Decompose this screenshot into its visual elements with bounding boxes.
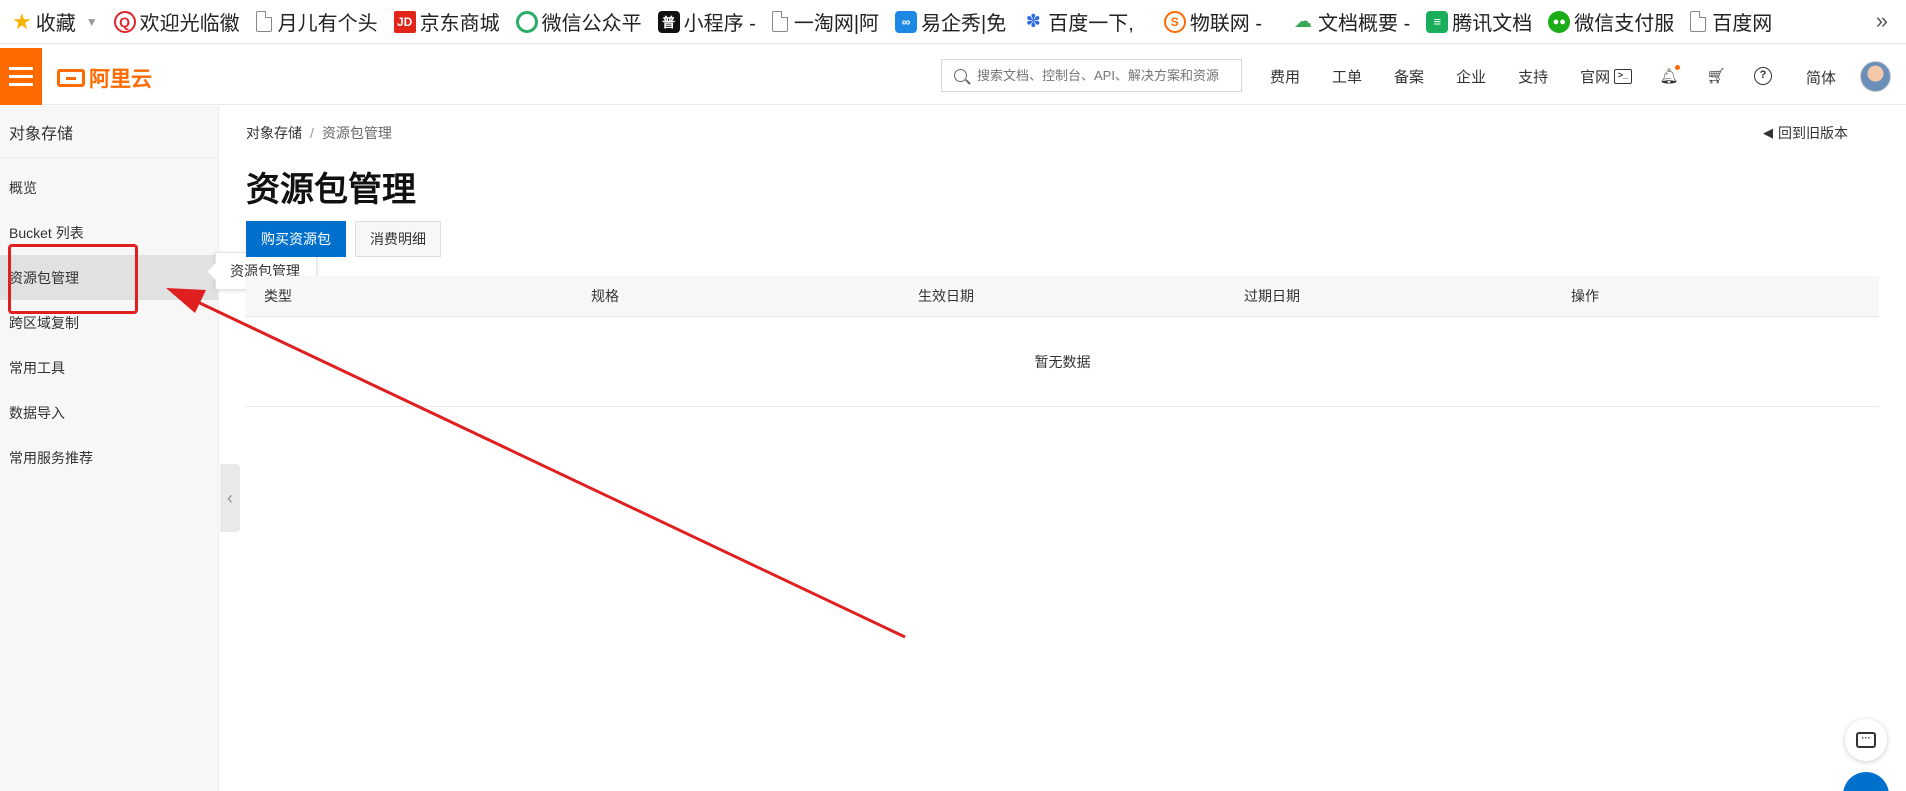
sidebar-title: 对象存储 — [0, 106, 218, 158]
column-header: 操作 — [1571, 288, 1599, 304]
breadcrumb-root[interactable]: 对象存储 — [246, 125, 302, 141]
bookmarks-bar: ★ 收藏 ▼ Q 欢迎光临徽 月儿有个头 JD 京东商城 微信公众平 普 小程序… — [0, 0, 1906, 44]
sidebar-item-common-tools[interactable]: 常用工具 — [0, 345, 218, 390]
breadcrumb-separator: / — [310, 125, 314, 141]
sidebar-item-recommended-services[interactable]: 常用服务推荐 — [0, 435, 218, 480]
sheet-icon: ≡ — [1426, 10, 1449, 33]
bookmark-4[interactable]: 微信公众平 — [508, 0, 650, 43]
miniprogram-icon: 普 — [657, 10, 680, 33]
page-icon — [255, 11, 272, 32]
reply-arrow-icon: ◀ — [1763, 125, 1773, 140]
consumption-details-button[interactable]: 消费明细 — [355, 221, 441, 257]
highlight-box — [8, 244, 138, 314]
wechat-pay-icon: ●● — [1548, 10, 1571, 33]
page-icon — [1690, 11, 1707, 32]
breadcrumb-current: 资源包管理 — [321, 125, 392, 141]
assistant-button[interactable] — [1843, 772, 1889, 791]
chevron-left-icon: ‹ — [227, 487, 233, 508]
bookmark-8[interactable]: ✽ 百度一下, — [1014, 0, 1142, 43]
iot-logo-icon: S — [1163, 10, 1186, 33]
column-header: 规格 — [591, 288, 619, 304]
bookmark-9[interactable]: S 物联网 - — [1156, 0, 1270, 43]
back-to-old-version-link[interactable]: ◀ 回到旧版本 — [1763, 123, 1848, 143]
bookmark-13[interactable]: 百度网 — [1682, 0, 1780, 43]
nav-link-billing[interactable]: 费用 — [1270, 66, 1300, 87]
page-title: 资源包管理 — [246, 171, 416, 209]
bookmark-10[interactable]: ☁ 文档概要 - — [1284, 0, 1418, 43]
eqxiu-icon: ∞ — [895, 10, 918, 33]
nav-links: 费用 工单 备案 企业 支持 官网 — [1270, 48, 1642, 105]
table-header: 类型 规格 生效日期 过期日期 操作 — [246, 276, 1879, 317]
bookmark-1[interactable]: Q 欢迎光临徽 — [106, 0, 248, 43]
more-bookmarks-icon[interactable]: » — [1876, 8, 1888, 34]
language-switch[interactable]: 简体 — [1806, 67, 1836, 88]
bookmark-2[interactable]: 月儿有个头 — [248, 0, 386, 43]
menu-icon[interactable] — [0, 48, 42, 105]
nav-link-website[interactable]: 官网 — [1580, 66, 1610, 87]
bookmark-favorites[interactable]: ★ 收藏 ▼ — [4, 0, 106, 43]
column-header: 类型 — [264, 288, 292, 304]
feedback-button[interactable]: ··· — [1845, 719, 1887, 761]
breadcrumb: 对象存储 / 资源包管理 — [246, 123, 392, 143]
avatar[interactable] — [1860, 61, 1891, 92]
page-icon — [771, 11, 788, 32]
bell-icon[interactable]: 🔔︎ — [1657, 64, 1681, 88]
column-header: 生效日期 — [918, 288, 974, 304]
wechat-mp-icon — [515, 10, 538, 33]
jd-logo-icon: JD — [393, 10, 416, 33]
sidebar-collapse-handle[interactable]: ‹ — [220, 464, 240, 532]
search-icon — [954, 69, 967, 82]
resource-package-table: 类型 规格 生效日期 过期日期 操作 暂无数据 — [246, 276, 1879, 407]
chat-icon: ··· — [1856, 732, 1876, 748]
terminal-icon[interactable]: >_ — [1611, 64, 1635, 88]
column-header: 过期日期 — [1244, 288, 1300, 304]
nav-link-support[interactable]: 支持 — [1518, 66, 1548, 87]
bookmark-5[interactable]: 普 小程序 - — [650, 0, 764, 43]
search-box[interactable] — [941, 59, 1242, 92]
buy-resource-package-button[interactable]: 购买资源包 — [246, 221, 346, 257]
bookmark-3[interactable]: JD 京东商城 — [386, 0, 508, 43]
cloud-icon: ☁ — [1292, 10, 1315, 33]
bookmark-11[interactable]: ≡ 腾讯文档 — [1418, 0, 1540, 43]
aliyun-mark-icon — [57, 69, 85, 87]
search-input[interactable] — [977, 68, 1239, 83]
chevron-down-icon: ▼ — [85, 14, 98, 29]
bookmark-6[interactable]: 一淘网|阿 — [764, 0, 887, 43]
sidebar: 对象存储 概览 Bucket 列表 资源包管理 跨区域复制 常用工具 数据导入 … — [0, 106, 219, 791]
baidu-paw-icon: ✽ — [1022, 10, 1045, 33]
sidebar-item-data-import[interactable]: 数据导入 — [0, 390, 218, 435]
star-icon: ★ — [12, 8, 32, 34]
aliyun-logo[interactable]: 阿里云 — [57, 63, 152, 93]
help-icon[interactable]: ? — [1751, 64, 1775, 88]
console-top-nav: 阿里云 费用 工单 备案 企业 支持 官网 >_ 🔔︎ 🛒︎ ? 简体 — [0, 48, 1906, 105]
cart-icon[interactable]: 🛒︎ — [1704, 64, 1728, 88]
bookmark-12[interactable]: ●● 微信支付服 — [1540, 0, 1682, 43]
sidebar-item-overview[interactable]: 概览 — [0, 165, 218, 210]
notification-dot — [1675, 65, 1680, 70]
empty-state: 暂无数据 — [246, 317, 1879, 407]
nav-link-tickets[interactable]: 工单 — [1332, 66, 1362, 87]
nav-link-enterprise[interactable]: 企业 — [1456, 66, 1486, 87]
store-logo-icon: Q — [113, 10, 136, 33]
bookmark-7[interactable]: ∞ 易企秀|免 — [887, 0, 1014, 43]
nav-link-icp[interactable]: 备案 — [1394, 66, 1424, 87]
